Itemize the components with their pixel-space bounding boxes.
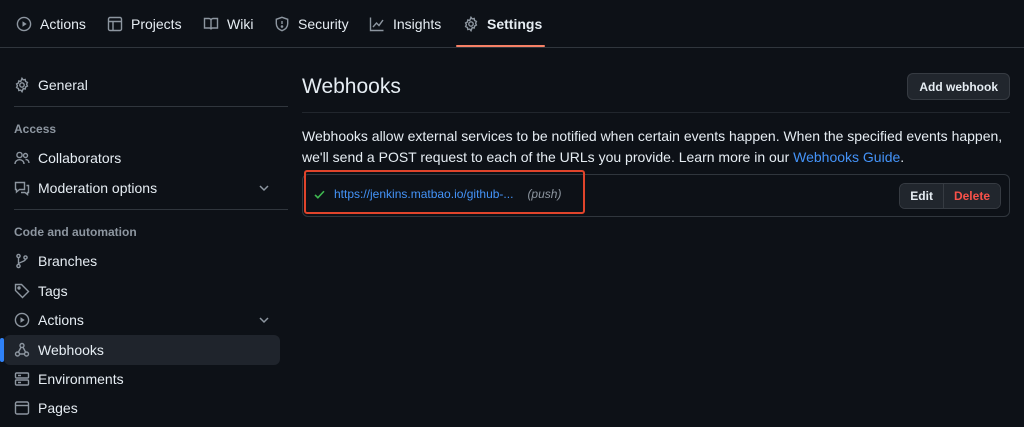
tab-security[interactable]: Security	[274, 0, 349, 48]
settings-sidebar: General Access Collaborators Moderation …	[0, 48, 290, 427]
sidebar-item-collaborators[interactable]: Collaborators	[4, 143, 280, 173]
tab-settings[interactable]: Settings	[463, 0, 542, 48]
sidebar-item-label: Branches	[38, 253, 98, 269]
tab-label: Insights	[393, 16, 442, 32]
sidebar-item-webhooks[interactable]: Webhooks	[4, 335, 280, 365]
tab-label: Security	[298, 16, 349, 32]
tab-actions[interactable]: Actions	[16, 0, 86, 48]
chevron-down-icon[interactable]	[256, 312, 272, 328]
title-divider	[302, 112, 1010, 113]
tab-label: Projects	[131, 16, 182, 32]
edit-button[interactable]: Edit	[900, 184, 944, 208]
table-icon	[107, 16, 123, 32]
sidebar-heading-access: Access	[14, 122, 57, 136]
sidebar-divider	[14, 209, 288, 210]
tab-label: Settings	[487, 16, 543, 32]
sidebar-divider	[14, 106, 288, 107]
shield-icon	[274, 16, 290, 32]
page-title: Webhooks	[302, 75, 401, 98]
tab-label: Actions	[40, 16, 86, 32]
branch-icon	[14, 253, 30, 269]
main-content: Webhooks Add webhook Webhooks allow exte…	[302, 48, 1010, 427]
play-icon	[16, 16, 32, 32]
repo-nav: Actions Projects Wiki Security Insights …	[0, 0, 1024, 48]
book-icon	[203, 16, 219, 32]
sidebar-item-label: Tags	[38, 283, 68, 299]
sidebar-item-label: Collaborators	[38, 150, 122, 166]
tag-icon	[14, 283, 30, 299]
tab-projects[interactable]: Projects	[107, 0, 182, 48]
sidebar-item-branches[interactable]: Branches	[4, 246, 280, 276]
sidebar-item-tags[interactable]: Tags	[4, 276, 280, 306]
gear-icon	[14, 77, 30, 93]
webhooks-guide-link[interactable]: Webhooks Guide	[793, 149, 900, 165]
description-end: .	[900, 149, 905, 165]
tab-label: Wiki	[227, 16, 254, 32]
sidebar-item-pages[interactable]: Pages	[4, 393, 280, 423]
sidebar-item-environments[interactable]: Environments	[4, 364, 280, 394]
sidebar-item-label: Environments	[38, 371, 124, 387]
sidebar-heading-code-automation: Code and automation	[14, 225, 137, 239]
highlight-box	[304, 170, 585, 214]
sidebar-item-label: General	[38, 77, 88, 93]
gear-icon	[463, 16, 479, 32]
sidebar-item-label: Webhooks	[38, 342, 104, 358]
active-tab-underline	[456, 45, 545, 47]
sidebar-item-label: Actions	[38, 312, 84, 328]
play-icon	[14, 312, 30, 328]
tab-wiki[interactable]: Wiki	[203, 0, 253, 48]
chevron-down-icon[interactable]	[256, 180, 272, 196]
webhooks-description: Webhooks allow external services to be n…	[302, 126, 1010, 168]
webhook-icon	[14, 342, 30, 358]
comment-icon	[14, 180, 30, 196]
sidebar-item-actions[interactable]: Actions	[4, 305, 280, 335]
sidebar-item-label: Moderation options	[38, 180, 158, 196]
tab-insights[interactable]: Insights	[369, 0, 441, 48]
sidebar-item-general[interactable]: General	[4, 70, 280, 100]
server-icon	[14, 371, 30, 387]
sidebar-item-label: Pages	[38, 400, 78, 416]
sidebar-item-moderation-options[interactable]: Moderation options	[4, 173, 280, 203]
browser-icon	[14, 400, 30, 416]
people-icon	[14, 150, 30, 166]
delete-button[interactable]: Delete	[943, 184, 1000, 208]
graph-icon	[369, 16, 385, 32]
webhook-actions: Edit Delete	[899, 183, 1001, 209]
add-webhook-button[interactable]: Add webhook	[907, 73, 1010, 100]
